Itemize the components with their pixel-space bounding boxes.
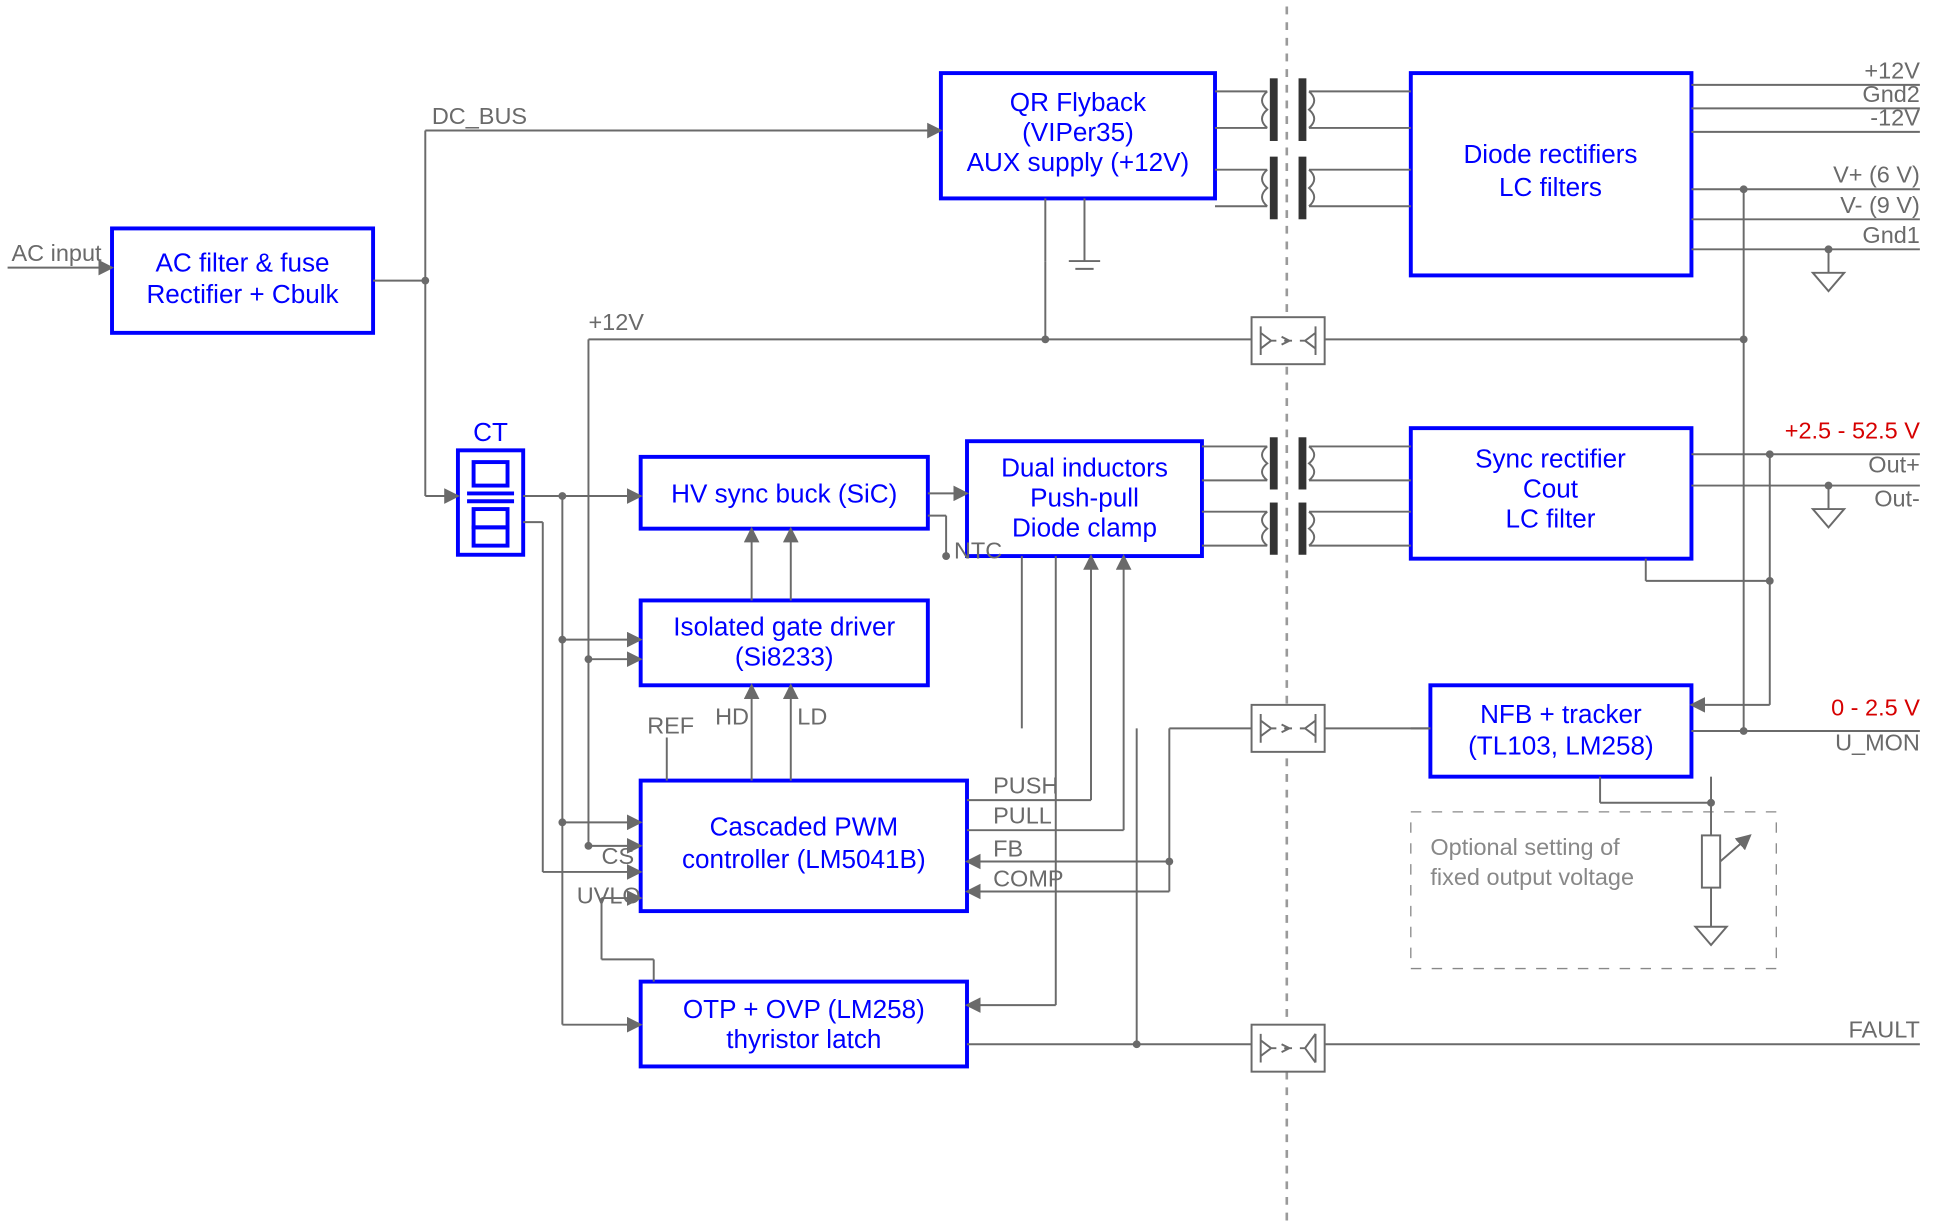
transformer-flyback bbox=[1215, 78, 1411, 219]
sig-push: PUSH bbox=[993, 773, 1058, 799]
sig-ac-input: AC input bbox=[12, 240, 103, 266]
block-qr-l1: QR Flyback bbox=[1010, 87, 1147, 117]
sig-ld: LD bbox=[797, 703, 827, 729]
sig-ref: REF bbox=[647, 713, 694, 739]
sig-vm: V- (9 V) bbox=[1840, 192, 1920, 218]
block-qr-l2: (VIPer35) bbox=[1022, 117, 1134, 147]
sig-umon: U_MON bbox=[1835, 730, 1920, 756]
block-diode-l2: LC filters bbox=[1499, 172, 1602, 202]
opt-l1: Optional setting of bbox=[1430, 834, 1620, 860]
block-qr-l3: AUX supply (+12V) bbox=[967, 147, 1190, 177]
block-sync-l2: Cout bbox=[1523, 473, 1579, 503]
block-diode-l1: Diode rectifiers bbox=[1463, 139, 1637, 169]
block-ac-filter-l2: Rectifier + Cbulk bbox=[146, 279, 339, 309]
potentiometer-icon bbox=[1600, 777, 1750, 945]
block-nfb-l2: (TL103, LM258) bbox=[1468, 730, 1654, 760]
block-ac-filter-l1: AC filter & fuse bbox=[156, 248, 330, 278]
opto-aux bbox=[1252, 317, 1325, 364]
opt-l2: fixed output voltage bbox=[1430, 864, 1634, 890]
sig-uvlo: UVLO bbox=[577, 882, 641, 908]
sig-dc-bus: DC_BUS bbox=[432, 103, 527, 129]
block-hv-sync-l1: HV sync buck (SiC) bbox=[671, 479, 897, 509]
block-diagram: AC filter & fuse Rectifier + Cbulk QR Fl… bbox=[0, 0, 1934, 1227]
sig-outp: Out+ bbox=[1868, 452, 1920, 478]
sig-outm: Out- bbox=[1874, 485, 1920, 511]
sig-gnd2: Gnd2 bbox=[1862, 81, 1919, 107]
block-sync-l1: Sync rectifier bbox=[1475, 443, 1626, 473]
sig-p12v: +12V bbox=[1864, 57, 1920, 83]
sig-gnd1: Gnd1 bbox=[1862, 222, 1919, 248]
sig-cs: CS bbox=[602, 843, 635, 869]
block-pwm-l1: Cascaded PWM bbox=[710, 811, 899, 841]
sig-plus12: +12V bbox=[588, 309, 644, 335]
block-igd-l2: (Si8233) bbox=[735, 642, 834, 672]
block-pwm-l2: controller (LM5041B) bbox=[682, 844, 926, 874]
sig-vp: V+ (6 V) bbox=[1833, 162, 1920, 188]
sig-fault: FAULT bbox=[1849, 1017, 1920, 1043]
sig-fb: FB bbox=[993, 835, 1023, 861]
block-dual-l3: Diode clamp bbox=[1012, 512, 1157, 542]
sig-ntc: NTC bbox=[954, 538, 1002, 564]
transformer-pushpull bbox=[1202, 437, 1411, 554]
sig-m12v: -12V bbox=[1870, 104, 1920, 130]
block-dual-l1: Dual inductors bbox=[1001, 452, 1168, 482]
block-sync-l3: LC filter bbox=[1506, 503, 1596, 533]
sig-umonv: 0 - 2.5 V bbox=[1831, 694, 1920, 720]
block-otp-l2: thyristor latch bbox=[726, 1024, 881, 1054]
block-dual-l2: Push-pull bbox=[1030, 482, 1139, 512]
block-ct-label: CT bbox=[473, 417, 508, 447]
opto-fault bbox=[1252, 1025, 1325, 1072]
opto-feedback bbox=[1252, 705, 1325, 752]
sig-pull: PULL bbox=[993, 803, 1052, 829]
block-otp-l1: OTP + OVP (LM258) bbox=[683, 994, 925, 1024]
block-igd-l1: Isolated gate driver bbox=[673, 612, 895, 642]
block-nfb-l1: NFB + tracker bbox=[1480, 699, 1642, 729]
sig-comp: COMP bbox=[993, 865, 1063, 891]
sig-hd: HD bbox=[715, 703, 749, 729]
sig-outv: +2.5 - 52.5 V bbox=[1785, 418, 1920, 444]
